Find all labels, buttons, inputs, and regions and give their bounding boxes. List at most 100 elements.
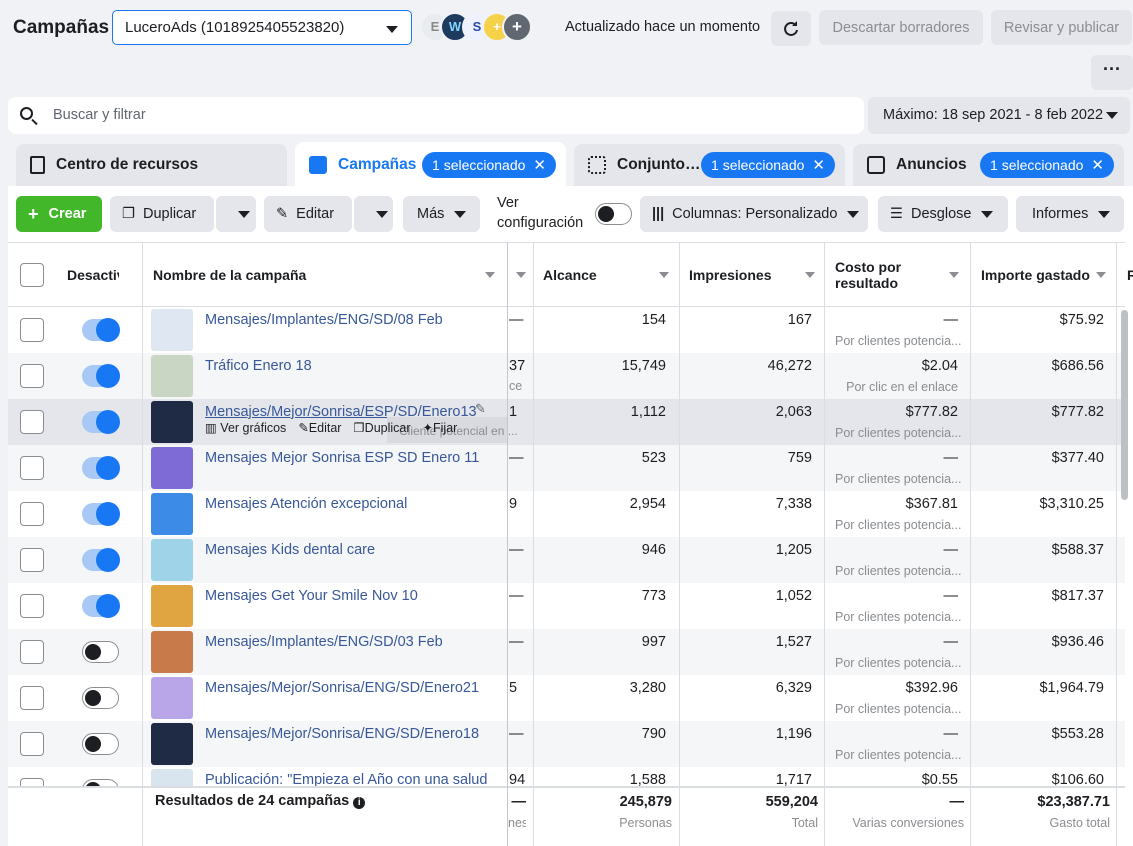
create-button[interactable]: + Crear	[16, 196, 102, 232]
reach-value: 2,954	[629, 496, 666, 512]
footer-spent-sub: Gasto total	[1049, 816, 1110, 830]
copy-icon: ❐	[353, 421, 365, 435]
column-header-toggle[interactable]: Desactiv	[67, 243, 119, 307]
refresh-button[interactable]	[771, 11, 811, 46]
campaign-toggle[interactable]	[82, 641, 119, 663]
campaign-thumbnail	[151, 401, 193, 443]
chevron-down-icon[interactable]	[1096, 272, 1106, 278]
cost-result-type: Por clientes potencia...	[835, 748, 962, 762]
row-checkbox[interactable]	[20, 594, 44, 618]
chevron-down-icon[interactable]	[516, 272, 526, 278]
cost-result-type: Por clientes potencia...	[835, 610, 962, 624]
info-icon[interactable]: i	[353, 797, 366, 809]
campaign-name-link[interactable]: Tráfico Enero 18	[205, 358, 312, 374]
duplicate-button[interactable]: ❐ Duplicar	[110, 196, 214, 232]
campaign-name-link[interactable]: Mensajes/Mejor/Sonrisa/ENG/SD/Enero18	[205, 726, 479, 742]
edit-label: Editar	[296, 206, 335, 222]
view-charts-link[interactable]: ▥ Ver gráficos	[205, 420, 286, 435]
close-icon[interactable]: ✕	[533, 156, 546, 174]
selection-pill[interactable]: 1 seleccionado ✕	[980, 152, 1114, 178]
copy-icon: ❐	[122, 206, 135, 222]
chevron-down-icon[interactable]	[805, 272, 815, 278]
add-user-icon[interactable]: +	[502, 12, 532, 42]
selection-pill[interactable]: 1 seleccionado ✕	[701, 152, 835, 178]
row-checkbox[interactable]	[20, 732, 44, 756]
campaign-toggle[interactable]	[82, 456, 120, 480]
impressions-value: 1,205	[775, 542, 812, 558]
column-divider	[970, 243, 971, 846]
column-header-cost[interactable]: Costo por resultado	[835, 243, 969, 307]
more-button[interactable]: Más	[403, 196, 480, 232]
chevron-down-icon	[1098, 210, 1111, 218]
discard-drafts-button[interactable]: Descartar borradores	[819, 10, 983, 45]
row-checkbox[interactable]	[20, 364, 44, 388]
row-checkbox[interactable]	[20, 640, 44, 664]
row-checkbox[interactable]	[20, 686, 44, 710]
campaign-name-link[interactable]: Mensajes Mejor Sonrisa ESP SD Enero 11	[205, 450, 479, 466]
select-all-checkbox[interactable]	[20, 263, 44, 287]
campaign-name-link[interactable]: Mensajes Get Your Smile Nov 10	[205, 588, 418, 604]
chevron-down-icon[interactable]	[949, 272, 959, 278]
column-header-extra[interactable]: R	[1127, 243, 1133, 307]
row-checkbox[interactable]	[20, 318, 44, 342]
campaign-name-link[interactable]: Mensajes Kids dental care	[205, 542, 375, 558]
campaign-name-link[interactable]: Mensajes/Implantes/ENG/SD/08 Feb	[205, 312, 443, 328]
row-checkbox[interactable]	[20, 502, 44, 526]
date-range-picker[interactable]: Máximo: 18 sep 2021 - 8 feb 2022	[868, 97, 1130, 134]
column-header-impressions[interactable]: Impresiones	[689, 243, 825, 307]
cost-result-type: Por clientes potencia...	[835, 334, 962, 348]
tab-ads[interactable]: Anuncios 1 seleccionado ✕	[853, 144, 1124, 186]
bar-chart-icon: ▥	[205, 421, 217, 435]
close-icon[interactable]: ✕	[1091, 156, 1104, 174]
column-header-reach[interactable]: Alcance	[543, 243, 679, 307]
row-checkbox[interactable]	[20, 456, 44, 480]
tab-label: Centro de recursos	[56, 156, 199, 173]
cost-value: $777.82	[905, 404, 958, 420]
column-header-name[interactable]: Nombre de la campaña	[153, 243, 505, 307]
campaign-toggle[interactable]	[82, 364, 120, 388]
edit-button[interactable]: ✎ Editar	[264, 196, 352, 232]
view-config-toggle[interactable]	[595, 203, 632, 225]
campaign-toggle[interactable]	[82, 687, 119, 709]
ad-icon	[867, 156, 885, 174]
campaign-toggle[interactable]	[82, 410, 120, 434]
pin-link[interactable]: ✦Fijar	[423, 420, 458, 435]
tab-campaigns[interactable]: Campañas 1 seleccionado ✕	[295, 142, 566, 188]
duplicate-link[interactable]: ❐Duplicar	[353, 420, 410, 435]
campaign-name-link[interactable]: Mensajes Atención excepcional	[205, 496, 407, 512]
campaign-toggle[interactable]	[82, 318, 120, 342]
edit-link[interactable]: ✎Editar	[298, 420, 341, 435]
chevron-down-icon[interactable]	[485, 272, 495, 278]
reports-button[interactable]: Informes	[1016, 196, 1124, 232]
more-options-button[interactable]: ···	[1091, 55, 1133, 90]
account-selector[interactable]: LuceroAds (1018925405523820)	[112, 10, 412, 45]
search-icon	[20, 107, 33, 120]
tab-resource-center[interactable]: Centro de recursos	[16, 144, 287, 186]
vertical-scrollbar[interactable]	[1121, 310, 1128, 500]
campaign-toggle[interactable]	[82, 502, 120, 526]
campaign-toggle[interactable]	[82, 733, 119, 755]
column-header-hidden[interactable]	[508, 243, 533, 307]
cost-result-type: Por clientes potencia...	[835, 518, 962, 532]
edit-name-icon[interactable]: ✎	[475, 401, 486, 417]
footer-impressions: 559,204	[765, 794, 818, 810]
hidden-column-value: 37	[509, 358, 526, 374]
search-input[interactable]: Buscar y filtrar	[8, 97, 864, 134]
chevron-down-icon[interactable]	[659, 272, 669, 278]
spent-value: $777.82	[1051, 404, 1104, 420]
column-header-spent[interactable]: Importe gastado	[981, 243, 1116, 307]
campaign-name-link[interactable]: Mensajes/Mejor/Sonrisa/ENG/SD/Enero21	[205, 680, 479, 696]
close-icon[interactable]: ✕	[812, 156, 825, 174]
breakdown-button[interactable]: ☰ Desglose	[878, 196, 1008, 232]
row-checkbox[interactable]	[20, 410, 44, 434]
row-checkbox[interactable]	[20, 548, 44, 572]
review-publish-button[interactable]: Revisar y publicar	[991, 10, 1132, 45]
campaign-name-link[interactable]: Mensajes/Implantes/ENG/SD/03 Feb	[205, 634, 443, 650]
duplicate-menu-button[interactable]	[216, 196, 256, 232]
campaign-toggle[interactable]	[82, 594, 120, 618]
tab-ad-sets[interactable]: Conjunto… 1 seleccionado ✕	[574, 144, 845, 186]
edit-menu-button[interactable]	[354, 196, 393, 232]
selection-pill[interactable]: 1 seleccionado ✕	[422, 152, 556, 178]
campaign-toggle[interactable]	[82, 548, 120, 572]
columns-button[interactable]: ||| Columnas: Personalizado	[640, 196, 868, 232]
